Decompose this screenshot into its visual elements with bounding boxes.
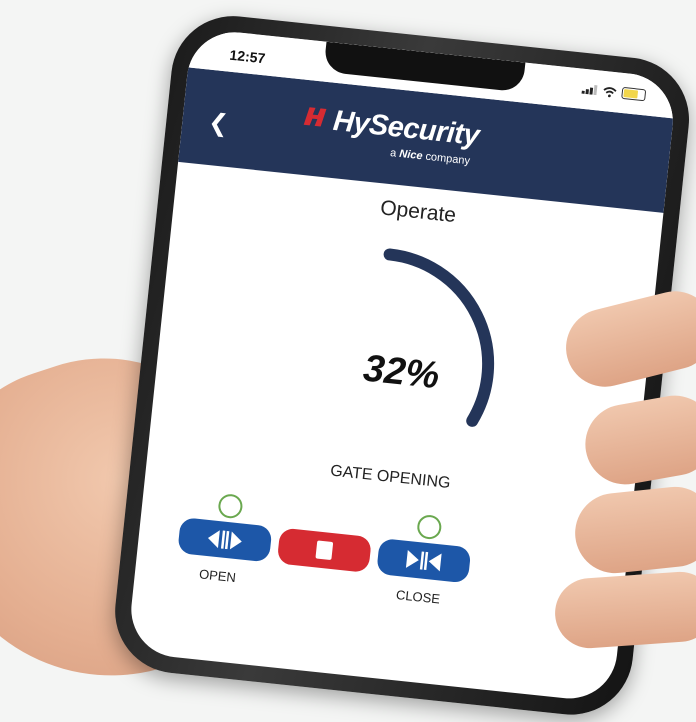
status-icons: [581, 83, 647, 102]
battery-icon: [621, 86, 647, 102]
status-time: 12:57: [228, 46, 267, 67]
wifi-icon: [603, 86, 617, 97]
open-button[interactable]: [177, 517, 273, 563]
finger: [552, 569, 696, 651]
open-label: OPEN: [198, 566, 237, 586]
brand-name: HySecurity: [331, 104, 481, 153]
signal-icon: [581, 84, 598, 96]
open-indicator-icon: [217, 493, 244, 520]
close-arrows-icon: [405, 549, 442, 572]
stop-button[interactable]: [276, 527, 372, 573]
close-label: CLOSE: [395, 587, 441, 607]
close-indicator-icon: [416, 513, 443, 541]
open-arrows-icon: [207, 530, 242, 550]
hysecurity-logo-icon: [303, 107, 327, 127]
close-button[interactable]: [376, 537, 472, 584]
stop-square-icon: [315, 540, 334, 561]
chevron-left-icon[interactable]: ❮: [207, 108, 230, 139]
